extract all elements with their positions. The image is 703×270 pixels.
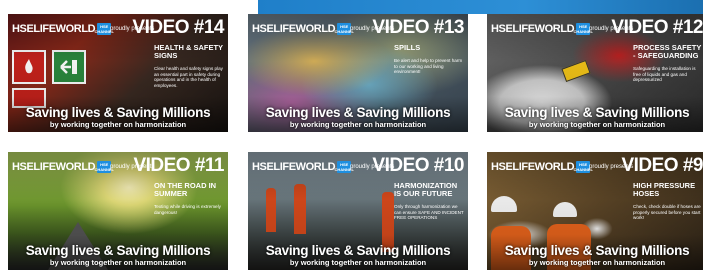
video-card-10[interactable]: HSELIFEWORLD HSE CHANNEL proudly present…	[248, 152, 468, 270]
video-description: Safeguarding the installation is free of…	[633, 66, 696, 83]
video-description: Only through harmonization we can ensure…	[394, 204, 464, 221]
video-topic: SPILLS	[394, 43, 421, 52]
video-description: Be alert and help to prevent harm to our…	[394, 58, 463, 75]
header-accent-bar	[258, 0, 703, 14]
video-description: Clear health and safety signs play an es…	[154, 66, 223, 88]
slogan: Saving lives & Saving Millions	[25, 105, 211, 120]
video-topic: HIGH PRESSURE HOSES	[633, 181, 696, 198]
video-number: VIDEO #12	[611, 17, 703, 38]
video-number: VIDEO #10	[372, 155, 464, 176]
video-number: VIDEO #13	[372, 17, 464, 38]
brand-logo: HSELIFEWORLD HSE CHANNEL	[491, 23, 593, 35]
video-topic: HARMONIZATION IS OUR FUTURE	[394, 181, 458, 198]
slogan: Saving lives & Saving Millions	[25, 243, 211, 258]
video-number: VIDEO #9	[621, 155, 703, 176]
sub-slogan: by working together on harmonization	[289, 120, 427, 129]
sub-slogan: by working together on harmonization	[49, 258, 187, 267]
brand-logo: HSELIFEWORLD HSE CHANNEL	[12, 161, 114, 173]
video-card-9[interactable]: HSELIFEWORLD HSE CHANNEL proudly present…	[487, 152, 703, 270]
video-number: VIDEO #11	[133, 155, 224, 176]
sub-slogan: by working together on harmonization	[528, 120, 666, 129]
slogan: Saving lives & Saving Millions	[504, 243, 690, 258]
slogan: Saving lives & Saving Millions	[265, 105, 451, 120]
brand-logo: HSELIFEWORLD HSE CHANNEL	[491, 161, 593, 173]
brand-logo: HSELIFEWORLD HSE CHANNEL	[12, 23, 114, 35]
video-card-14[interactable]: HSELIFEWORLD HSE CHANNEL proudly present…	[8, 14, 228, 132]
video-topic: HEALTH & SAFETY SIGNS	[154, 43, 223, 60]
video-card-11[interactable]: HSELIFEWORLD HSE CHANNEL proudly present…	[8, 152, 228, 270]
video-topic: ON THE ROAD IN SUMMER	[154, 181, 217, 198]
sub-slogan: by working together on harmonization	[289, 258, 427, 267]
video-number: VIDEO #14	[132, 17, 224, 38]
brand-logo: HSELIFEWORLD HSE CHANNEL	[252, 23, 354, 35]
brand-logo: HSELIFEWORLD HSE CHANNEL	[252, 161, 354, 173]
video-topic: PROCESS SAFETY - SAFEGUARDING	[633, 43, 702, 60]
video-description: Check, check double if hoses are properl…	[633, 204, 701, 221]
slogan: Saving lives & Saving Millions	[504, 105, 690, 120]
slogan: Saving lives & Saving Millions	[265, 243, 451, 258]
sub-slogan: by working together on harmonization	[49, 120, 187, 129]
sub-slogan: by working together on harmonization	[528, 258, 666, 267]
video-card-13[interactable]: HSELIFEWORLD HSE CHANNEL proudly present…	[248, 14, 468, 132]
video-card-12[interactable]: HSELIFEWORLD HSE CHANNEL proudly present…	[487, 14, 703, 132]
video-description: Texting while driving is extremely dange…	[154, 204, 221, 215]
